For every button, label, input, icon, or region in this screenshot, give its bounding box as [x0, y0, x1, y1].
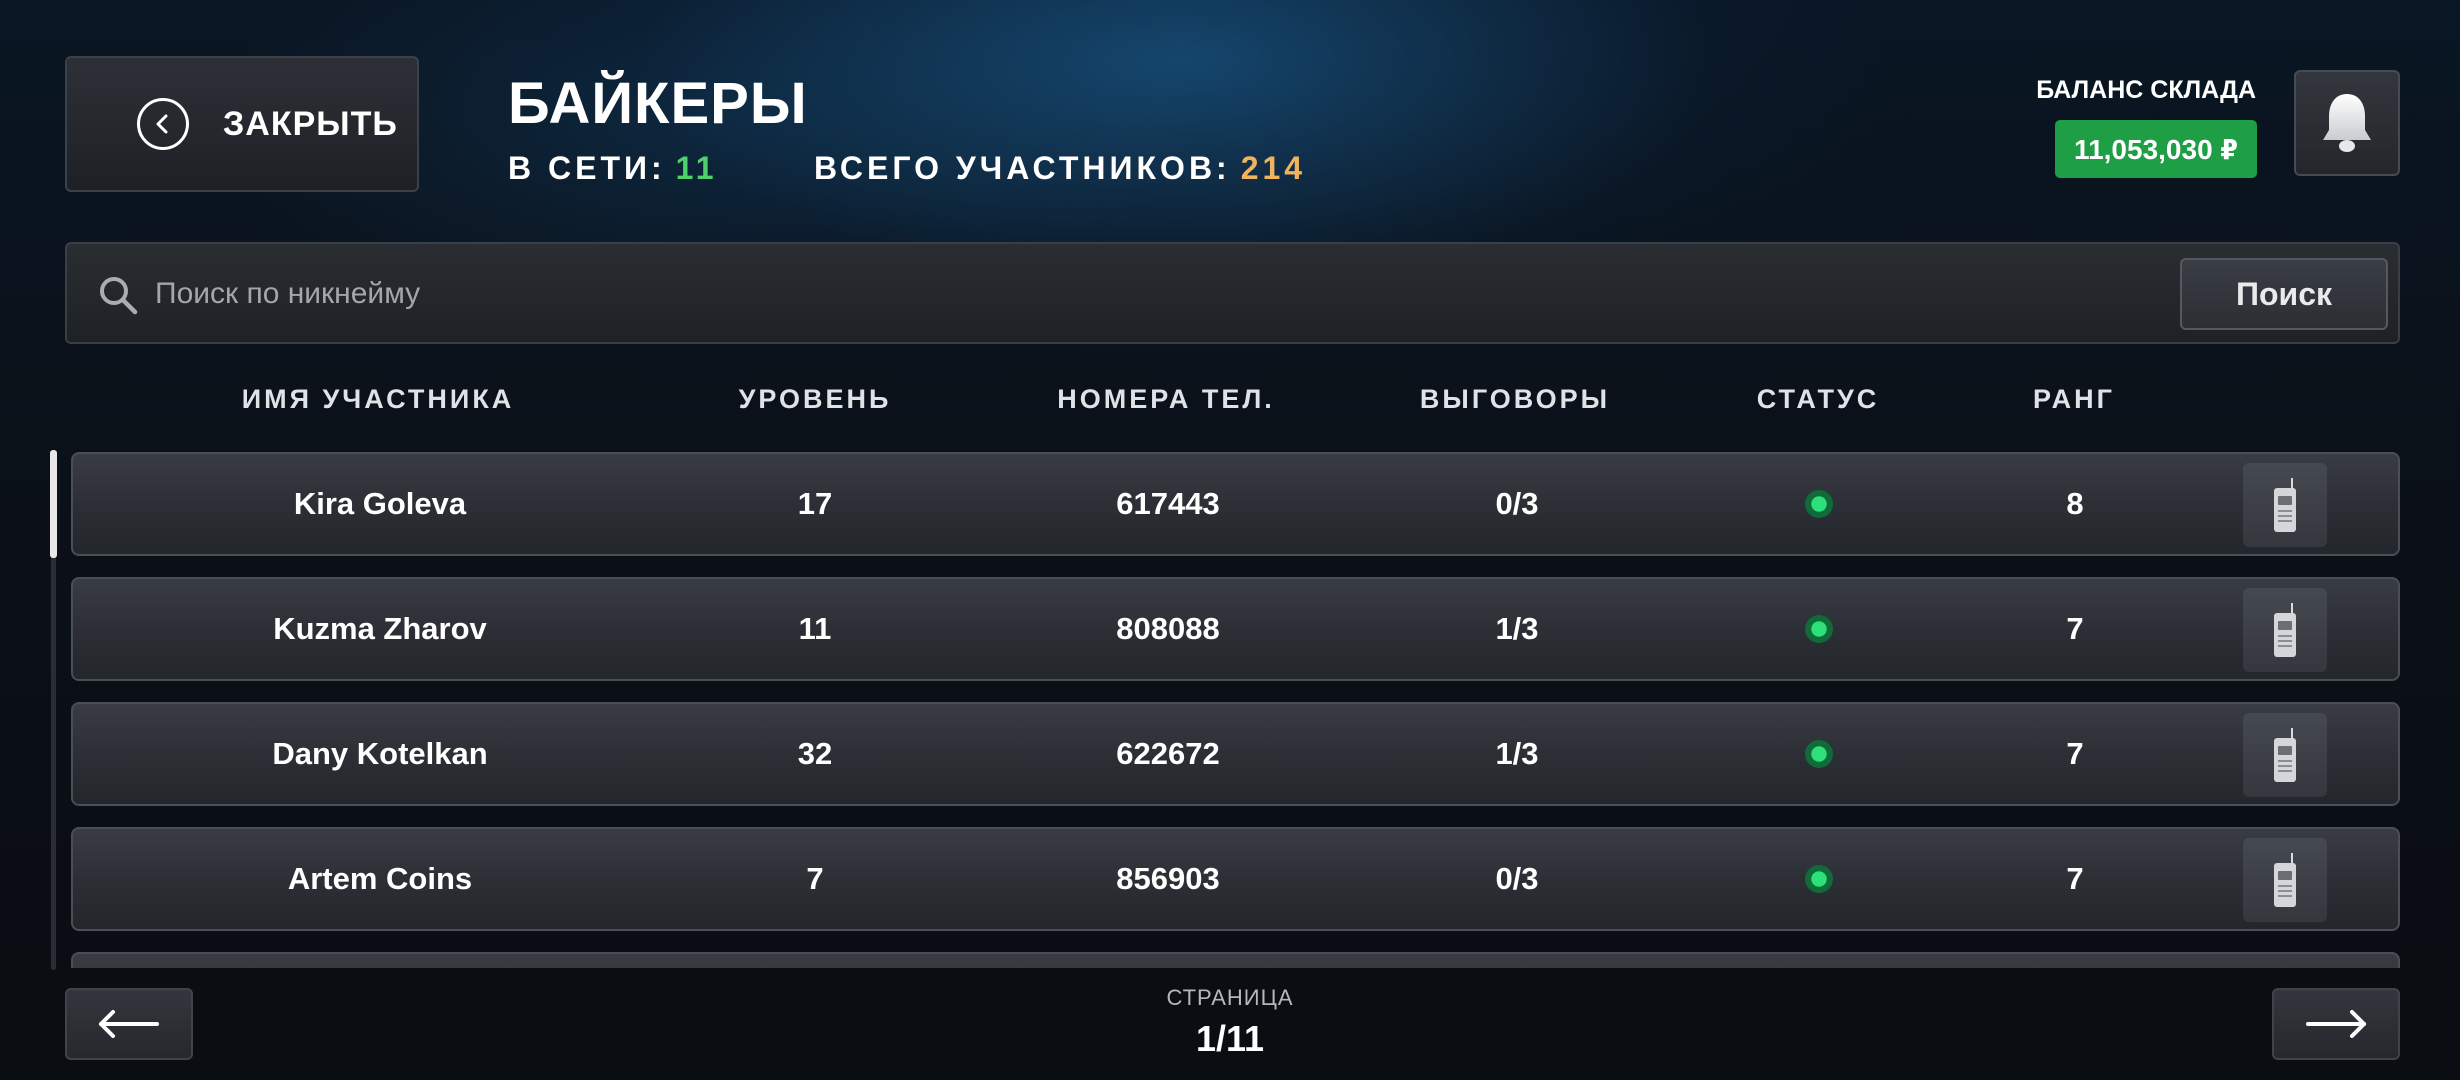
member-rank: 7 — [2066, 611, 2084, 646]
member-rank: 8 — [2066, 486, 2084, 521]
online-count: 11 — [675, 150, 718, 186]
warehouse-balance-label: БАЛАНС СКЛАДА — [2036, 76, 2256, 104]
status-online-indicator — [1805, 740, 1833, 768]
next-page-button[interactable] — [2272, 988, 2400, 1060]
online-counter: В СЕТИ: 11 — [508, 150, 717, 187]
member-warnings: 1/3 — [1495, 736, 1539, 771]
table-row[interactable]: Kuzma Zharov 11 808088 1/3 7 — [71, 577, 2400, 681]
member-name: Kira Goleva — [293, 486, 467, 521]
member-warnings: 0/3 — [1495, 861, 1539, 896]
column-header-rank: РАНГ — [2033, 384, 2115, 414]
member-level: 7 — [806, 861, 824, 896]
search-input[interactable] — [155, 264, 1415, 324]
member-level: 11 — [798, 611, 832, 646]
radio-button[interactable] — [2243, 838, 2327, 922]
column-header-phone: НОМЕРА ТЕЛ. — [1057, 384, 1275, 414]
column-header-level: УРОВЕНЬ — [738, 384, 892, 414]
page-number: 1/11 — [1195, 1018, 1265, 1059]
member-phone: 808088 — [1116, 611, 1220, 646]
members-list: Kira Goleva 17 617443 0/3 8 Kuzma Zharov… — [0, 448, 2460, 968]
search-icon — [100, 277, 138, 315]
radio-button[interactable] — [2243, 588, 2327, 672]
walkie-talkie-icon — [2274, 728, 2296, 782]
status-online-indicator — [1805, 490, 1833, 518]
member-name: Kuzma Zharov — [273, 611, 487, 646]
page-label: СТРАНИЦА — [1166, 985, 1294, 1010]
online-label: В СЕТИ: — [508, 150, 666, 186]
arrow-right-icon — [2306, 1010, 2366, 1038]
warehouse-balance-value: 11,053,030 ₽ — [2055, 120, 2257, 178]
column-header-warnings: ВЫГОВОРЫ — [1419, 384, 1611, 414]
total-members-counter: ВСЕГО УЧАСТНИКОВ: 214 — [814, 150, 1306, 187]
walkie-talkie-icon — [2274, 478, 2296, 532]
total-members-count: 214 — [1240, 150, 1307, 186]
member-rank: 7 — [2066, 861, 2084, 896]
status-online-indicator — [1805, 865, 1833, 893]
column-header-status: СТАТУС — [1756, 384, 1880, 414]
previous-page-button[interactable] — [65, 988, 193, 1060]
member-level: 17 — [797, 486, 833, 521]
member-phone: 622672 — [1116, 736, 1220, 771]
search-button[interactable]: Поиск — [2180, 258, 2388, 330]
arrow-left-icon — [99, 1010, 159, 1038]
walkie-talkie-icon — [2274, 853, 2296, 907]
radio-button[interactable] — [2243, 713, 2327, 797]
page-title: БАЙКЕРЫ — [508, 71, 808, 136]
table-row[interactable] — [71, 952, 2400, 968]
radio-button[interactable] — [2243, 463, 2327, 547]
column-header-name: ИМЯ УЧАСТНИКА — [241, 384, 515, 414]
close-button[interactable]: ЗАКРЫТЬ — [65, 56, 419, 192]
total-members-label: ВСЕГО УЧАСТНИКОВ: — [814, 150, 1231, 186]
member-name: Dany Kotelkan — [272, 736, 488, 771]
status-online-indicator — [1805, 615, 1833, 643]
table-row[interactable]: Artem Coins 7 856903 0/3 7 — [71, 827, 2400, 931]
member-warnings: 0/3 — [1495, 486, 1539, 521]
member-phone: 856903 — [1116, 861, 1220, 896]
notifications-button[interactable] — [2294, 70, 2400, 176]
table-row[interactable]: Kira Goleva 17 617443 0/3 8 — [71, 452, 2400, 556]
table-row[interactable]: Dany Kotelkan 32 622672 1/3 7 — [71, 702, 2400, 806]
member-rank: 7 — [2066, 736, 2084, 771]
search-bar: Поиск — [65, 242, 2400, 344]
walkie-talkie-icon — [2274, 603, 2296, 657]
member-warnings: 1/3 — [1495, 611, 1539, 646]
close-button-label: ЗАКРЫТЬ — [223, 104, 398, 143]
member-phone: 617443 — [1116, 486, 1220, 521]
bell-icon — [2323, 94, 2371, 152]
member-level: 32 — [797, 736, 833, 771]
member-name: Artem Coins — [287, 861, 473, 896]
chevron-left-circle-icon — [137, 98, 189, 150]
